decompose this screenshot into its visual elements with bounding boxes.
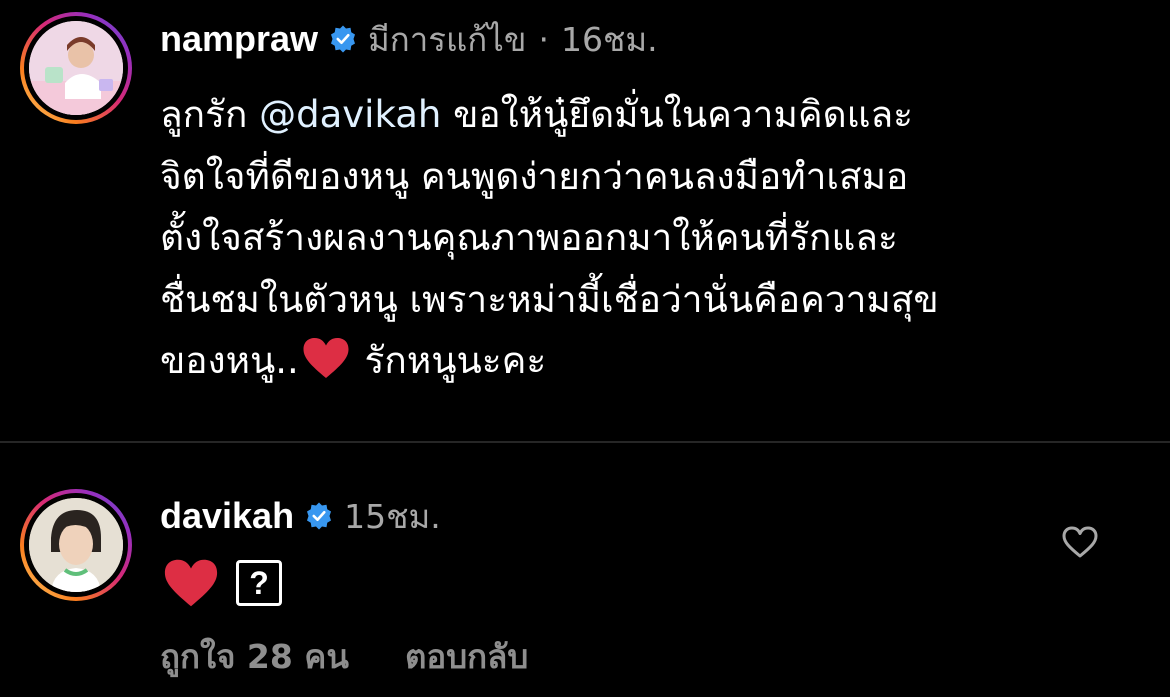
text-segment: ขอให้นู๋ยึดมั่นในความคิดและ <box>441 93 914 136</box>
likes-count-link[interactable]: ถูกใจ 28 คน <box>160 630 349 683</box>
avatar-photo-icon <box>29 498 123 592</box>
red-heart-emoji-icon <box>164 559 218 607</box>
comment-line-2: จิตใจที่ดีของหนู คนพูดง่ายกว่าคนลงมือทำเ… <box>160 154 909 198</box>
avatar-davikah[interactable] <box>20 489 132 601</box>
username[interactable]: davikah <box>160 495 294 537</box>
timestamp: 16ชม. <box>560 19 658 59</box>
timestamp: 15ชม. <box>344 496 441 536</box>
text-segment: รักหนูนะคะ <box>352 339 547 382</box>
comment-line-5: ของหนู.. รักหนูนะคะ <box>160 330 1150 392</box>
comment-line-4: ชื่นชมในตัวหนู เพราะหม่ามี้เชื่อว่านั่นค… <box>160 277 939 321</box>
unknown-glyph-box: ? <box>236 560 282 606</box>
verified-badge-icon <box>307 502 332 530</box>
comment-text: ลูกรัก @davikah ขอให้นู๋ยึดมั่นในความคิด… <box>160 84 1150 392</box>
heart-outline-icon[interactable] <box>1060 524 1100 560</box>
avatar-nampraw[interactable] <box>20 12 132 124</box>
comment-header: davikah 15ชม. <box>160 491 441 541</box>
comment-actions: ถูกใจ 28 คน ตอบกลับ <box>160 630 528 682</box>
comment-header: nampraw มีการแก้ไข · 16ชม. <box>160 14 658 64</box>
comment-line-1: ลูกรัก @davikah ขอให้นู๋ยึดมั่นในความคิด… <box>160 84 1150 146</box>
reply-button[interactable]: ตอบกลับ <box>405 630 528 683</box>
avatar-image <box>29 21 123 115</box>
meta-separator: · <box>538 19 549 59</box>
comment-text: ? <box>160 548 282 618</box>
username[interactable]: nampraw <box>160 18 318 60</box>
comment-nampraw: nampraw มีการแก้ไข · 16ชม. ลูกรัก @davik… <box>0 0 1170 442</box>
edited-label: มีการแก้ไข <box>368 19 527 59</box>
text-segment: ของหนู.. <box>160 339 299 382</box>
mention-link[interactable]: @davikah <box>259 93 441 136</box>
verified-badge-icon <box>331 25 356 53</box>
avatar-photo-icon <box>29 21 123 115</box>
text-segment: ลูกรัก <box>160 93 260 136</box>
avatar-image <box>29 498 123 592</box>
red-heart-emoji-icon <box>303 338 349 378</box>
comment-line-3: ตั้งใจสร้างผลงานคุณภาพออกมาให้คนที่รักแล… <box>160 216 898 259</box>
